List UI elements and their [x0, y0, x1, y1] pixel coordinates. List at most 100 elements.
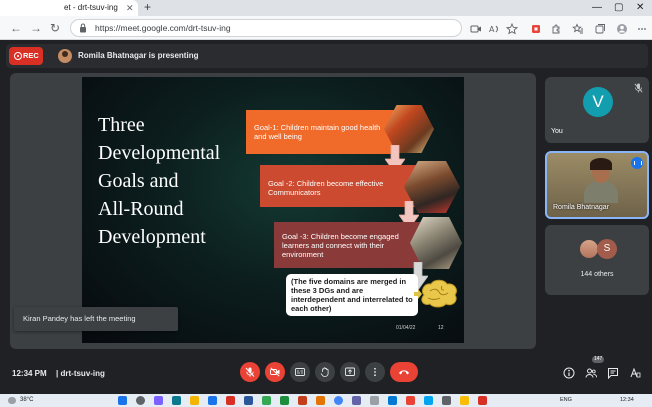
slide-title-line: Three: [98, 114, 145, 136]
others-count: 144 others: [580, 271, 614, 278]
taskbar-app-icon[interactable]: [424, 396, 433, 405]
forward-icon[interactable]: →: [30, 20, 42, 36]
activities-icon[interactable]: [629, 366, 641, 378]
browser-tab[interactable]: et - drt-tsuv-ing ✕: [0, 0, 138, 16]
present-icon: [345, 367, 355, 376]
slide-title-line: Goals and: [98, 170, 179, 192]
tab-title: et - drt-tsuv-ing: [64, 3, 118, 12]
chat-icon[interactable]: [607, 366, 619, 380]
collections-icon[interactable]: [594, 22, 606, 34]
address-bar[interactable]: https://meet.google.com/drt-tsuv-ing: [70, 19, 462, 37]
taskbar-app-icon[interactable]: [460, 396, 469, 405]
participant-name: You: [551, 128, 563, 135]
meeting-code-value: drt-tsuv-ing: [60, 369, 105, 378]
people-icon[interactable]: [585, 366, 597, 378]
presenter-video: [584, 157, 618, 203]
taskbar-app-icon[interactable]: [226, 396, 235, 405]
browser-toolbar: ← → ↻ https://meet.google.com/drt-tsuv-i…: [0, 16, 652, 40]
meet-page: REC Romila Bhatnagar is presenting Three…: [0, 41, 652, 394]
taskbar-app-icon[interactable]: [478, 396, 487, 405]
taskbar-app-icon[interactable]: [406, 396, 415, 405]
taskbar-app-icon[interactable]: [370, 396, 379, 405]
favorite-star-icon[interactable]: [505, 22, 519, 35]
more-vert-icon: [374, 367, 376, 377]
back-icon[interactable]: ←: [10, 20, 22, 36]
mic-off-icon: [634, 83, 643, 93]
more-options-button[interactable]: [365, 362, 385, 382]
camera-off-icon: [270, 367, 280, 377]
mic-off-icon: [245, 367, 255, 377]
favorites-icon[interactable]: [572, 22, 584, 34]
goal-2-box: Goal -2: Children become effective Commu…: [260, 165, 416, 207]
reload-icon[interactable]: ↻: [50, 20, 60, 36]
leave-call-button[interactable]: [390, 362, 418, 382]
system-clock[interactable]: 12:34: [620, 394, 634, 407]
taskbar-app-icon[interactable]: [172, 396, 181, 405]
slide-title: Three Developmental Goals and All-Round …: [98, 111, 258, 251]
close-window-icon[interactable]: ✕: [636, 0, 644, 16]
raise-hand-icon: [320, 367, 329, 377]
address-url: https://meet.google.com/drt-tsuv-ing: [95, 23, 231, 33]
extensions-puzzle-icon[interactable]: [550, 22, 562, 34]
extension-icon[interactable]: [530, 22, 542, 34]
presentation-stage[interactable]: Three Developmental Goals and All-Round …: [10, 73, 536, 349]
participant-tile-others[interactable]: S 144 others: [545, 225, 649, 295]
captions-icon: [295, 368, 305, 376]
camera-indicator-icon[interactable]: [470, 22, 482, 34]
taskbar-app-icon[interactable]: [442, 396, 451, 405]
meeting-controls-bar: 12:34 PM | drt-tsuv-ing 147: [0, 355, 652, 393]
raise-hand-button[interactable]: [315, 362, 335, 382]
word-icon[interactable]: [244, 396, 253, 405]
search-icon[interactable]: [136, 396, 145, 405]
read-aloud-icon[interactable]: A: [488, 22, 500, 34]
profile-avatar-icon[interactable]: [616, 22, 628, 34]
browser-tab-bar: et - drt-tsuv-ing ✕ + — ▢ ✕: [0, 0, 652, 16]
teams-icon[interactable]: [352, 396, 361, 405]
os-taskbar: 38°C ENG 12:34: [0, 394, 652, 407]
recording-badge[interactable]: REC: [9, 47, 43, 65]
lock-icon: [80, 23, 86, 33]
meeting-details-icon[interactable]: [563, 366, 575, 379]
presenting-text: Romila Bhatnagar is presenting: [78, 51, 199, 60]
camera-toggle-button[interactable]: [265, 362, 285, 382]
minimize-icon[interactable]: —: [592, 0, 602, 16]
avatar: V: [583, 87, 613, 117]
taskbar-app-icon[interactable]: [262, 396, 271, 405]
present-now-button[interactable]: [340, 362, 360, 382]
brain-icon: [421, 279, 457, 308]
browser-menu-icon[interactable]: [636, 22, 648, 34]
weather-temperature: 38°C: [20, 397, 34, 403]
captions-button[interactable]: [290, 362, 310, 382]
participant-tile-presenter[interactable]: Romila Bhatnagar: [545, 151, 649, 219]
participant-name: Romila Bhatnagar: [553, 204, 610, 211]
end-call-icon: [399, 370, 409, 375]
domains-note: (The five domains are merged in these 3 …: [286, 274, 418, 316]
svg-text:A: A: [489, 25, 495, 34]
taskbar-app-icon[interactable]: [154, 396, 163, 405]
file-explorer-icon[interactable]: [190, 396, 199, 405]
slide-title-line: Developmental: [98, 142, 221, 164]
tab-close-icon[interactable]: ✕: [126, 0, 134, 16]
start-windows-icon[interactable]: [118, 396, 127, 405]
slide-date: 01/04/22: [396, 325, 416, 331]
chrome-icon[interactable]: [334, 396, 343, 405]
rec-label: REC: [23, 51, 39, 60]
maximize-icon[interactable]: ▢: [614, 0, 623, 16]
mic-toggle-button[interactable]: [240, 362, 260, 382]
weather-cloud-icon: [8, 397, 16, 404]
taskbar-app-icon[interactable]: [316, 396, 325, 405]
new-tab-icon[interactable]: +: [144, 0, 151, 15]
excel-icon[interactable]: [280, 396, 289, 405]
goal-3-box: Goal -3: Children become engaged learner…: [274, 222, 426, 268]
powerpoint-icon[interactable]: [298, 396, 307, 405]
avatar: S: [597, 239, 617, 259]
avatar: [579, 239, 599, 259]
edge-browser-icon[interactable]: [208, 396, 217, 405]
slide-page-number: 12: [438, 325, 444, 331]
shared-slide: Three Developmental Goals and All-Round …: [82, 77, 464, 343]
input-language[interactable]: ENG: [560, 394, 572, 407]
meeting-code: | drt-tsuv-ing: [56, 355, 105, 393]
taskbar-app-icon[interactable]: [388, 396, 397, 405]
participant-left-toast: Kiran Pandey has left the meeting: [14, 307, 178, 331]
participant-tile-you[interactable]: V You: [545, 77, 649, 143]
